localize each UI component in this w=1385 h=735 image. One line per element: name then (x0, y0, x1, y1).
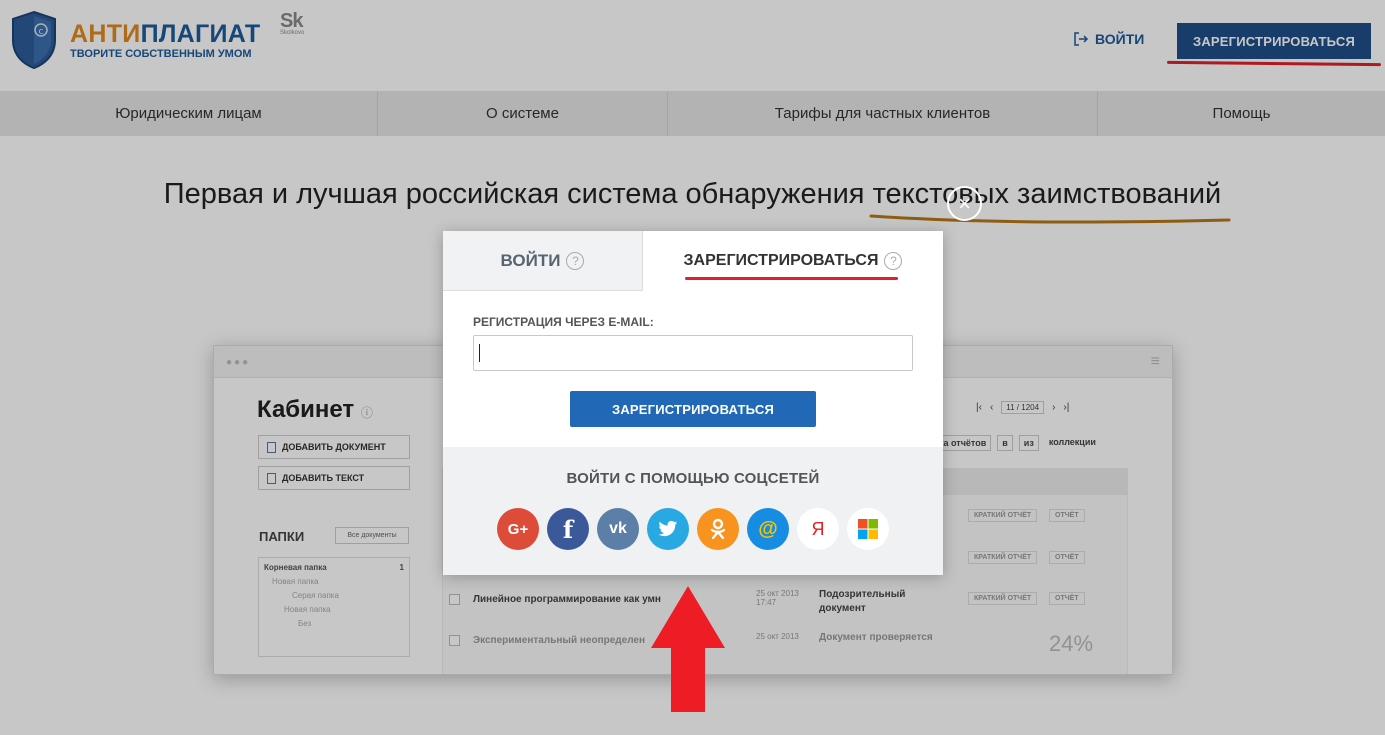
email-label: РЕГИСТРАЦИЯ ЧЕРЕЗ E-MAIL: (473, 315, 654, 329)
vk-icon: vk (609, 520, 627, 537)
google-plus-button[interactable]: G+ (497, 508, 539, 550)
register-submit-button[interactable]: ЗАРЕГИСТРИРОВАТЬСЯ (570, 391, 816, 427)
vk-button[interactable]: vk (597, 508, 639, 550)
modal-close-button[interactable]: × (947, 186, 982, 221)
odnoklassniki-icon (710, 518, 726, 540)
google-plus-icon: G+ (507, 520, 529, 538)
yandex-icon: Я (811, 518, 825, 539)
tab-register[interactable]: ЗАРЕГИСТРИРОВАТЬСЯ ? (643, 231, 943, 291)
close-icon: × (958, 190, 971, 216)
email-field[interactable] (473, 335, 913, 371)
twitter-button[interactable] (647, 508, 689, 550)
twitter-icon (658, 520, 678, 537)
social-login-title: ВОЙТИ С ПОМОЩЬЮ СОЦСЕТЕЙ (566, 470, 820, 487)
text-caret (479, 344, 480, 362)
facebook-button[interactable]: f (547, 508, 589, 550)
tab-login-label: ВОЙТИ (500, 250, 561, 270)
social-login-panel: ВОЙТИ С ПОМОЩЬЮ СОЦСЕТЕЙ G+ f vk @ Я (443, 447, 943, 575)
red-arrow-annotation-icon (651, 586, 725, 712)
mailru-button[interactable]: @ (747, 508, 789, 550)
tab-register-label: ЗАРЕГИСТРИРОВАТЬСЯ (683, 252, 879, 269)
facebook-icon: f (562, 514, 574, 544)
tab-register-highlight (685, 277, 898, 280)
microsoft-icon (858, 519, 878, 539)
mailru-icon: @ (758, 517, 778, 540)
microsoft-button[interactable] (847, 508, 889, 550)
odnoklassniki-button[interactable] (697, 508, 739, 550)
help-icon[interactable]: ? (884, 252, 903, 270)
help-icon[interactable]: ? (566, 251, 585, 270)
yandex-button[interactable]: Я (797, 508, 839, 550)
social-buttons: G+ f vk @ Я (497, 508, 889, 550)
auth-modal: ВОЙТИ ? ЗАРЕГИСТРИРОВАТЬСЯ ? РЕГИСТРАЦИЯ… (443, 231, 943, 575)
tab-login[interactable]: ВОЙТИ ? (443, 231, 643, 291)
